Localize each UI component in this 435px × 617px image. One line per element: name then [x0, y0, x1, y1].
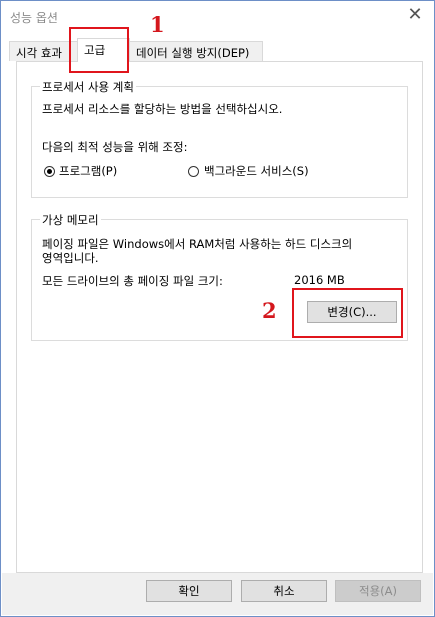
ok-button[interactable]: 확인 [146, 580, 232, 602]
paging-total-value: 2016 MB [294, 273, 345, 287]
paging-total-label: 모든 드라이브의 총 페이징 파일 크기: [42, 274, 223, 288]
annotation-step-2: 2 [262, 298, 277, 323]
title-bar: 성능 옵션 ✕ [1, 1, 434, 31]
background-services-radio[interactable] [188, 166, 199, 177]
highlight-box-change-button [292, 288, 403, 338]
cancel-button[interactable]: 취소 [241, 580, 327, 602]
apply-button[interactable]: 적용(A) [335, 580, 421, 602]
processor-description: 프로세서 리소스를 할당하는 방법을 선택하십시오. [42, 102, 283, 116]
tab-visual-effects[interactable]: 시각 효과 [9, 41, 78, 61]
button-bar: 확인 취소 적용(A) [2, 573, 433, 615]
annotation-step-1: 1 [150, 12, 165, 37]
processor-scheduling-legend: 프로세서 사용 계획 [40, 79, 136, 95]
background-services-label[interactable]: 백그라운드 서비스(S) [204, 163, 309, 179]
tab-dep[interactable]: 데이터 실행 방지(DEP) [129, 41, 263, 61]
window-title: 성능 옵션 [10, 11, 58, 25]
programs-radio[interactable] [44, 166, 55, 177]
virtual-memory-description-2: 영역입니다. [42, 251, 99, 265]
adjust-label: 다음의 최적 성능을 위해 조정: [42, 140, 188, 154]
close-icon[interactable]: ✕ [406, 6, 424, 24]
virtual-memory-legend: 가상 메모리 [40, 212, 101, 228]
programs-label[interactable]: 프로그램(P) [59, 163, 117, 179]
processor-scheduling-group: 프로세서 사용 계획 프로세서 리소스를 할당하는 방법을 선택하십시오. 다음… [31, 79, 408, 198]
highlight-box-advanced-tab [69, 27, 129, 73]
